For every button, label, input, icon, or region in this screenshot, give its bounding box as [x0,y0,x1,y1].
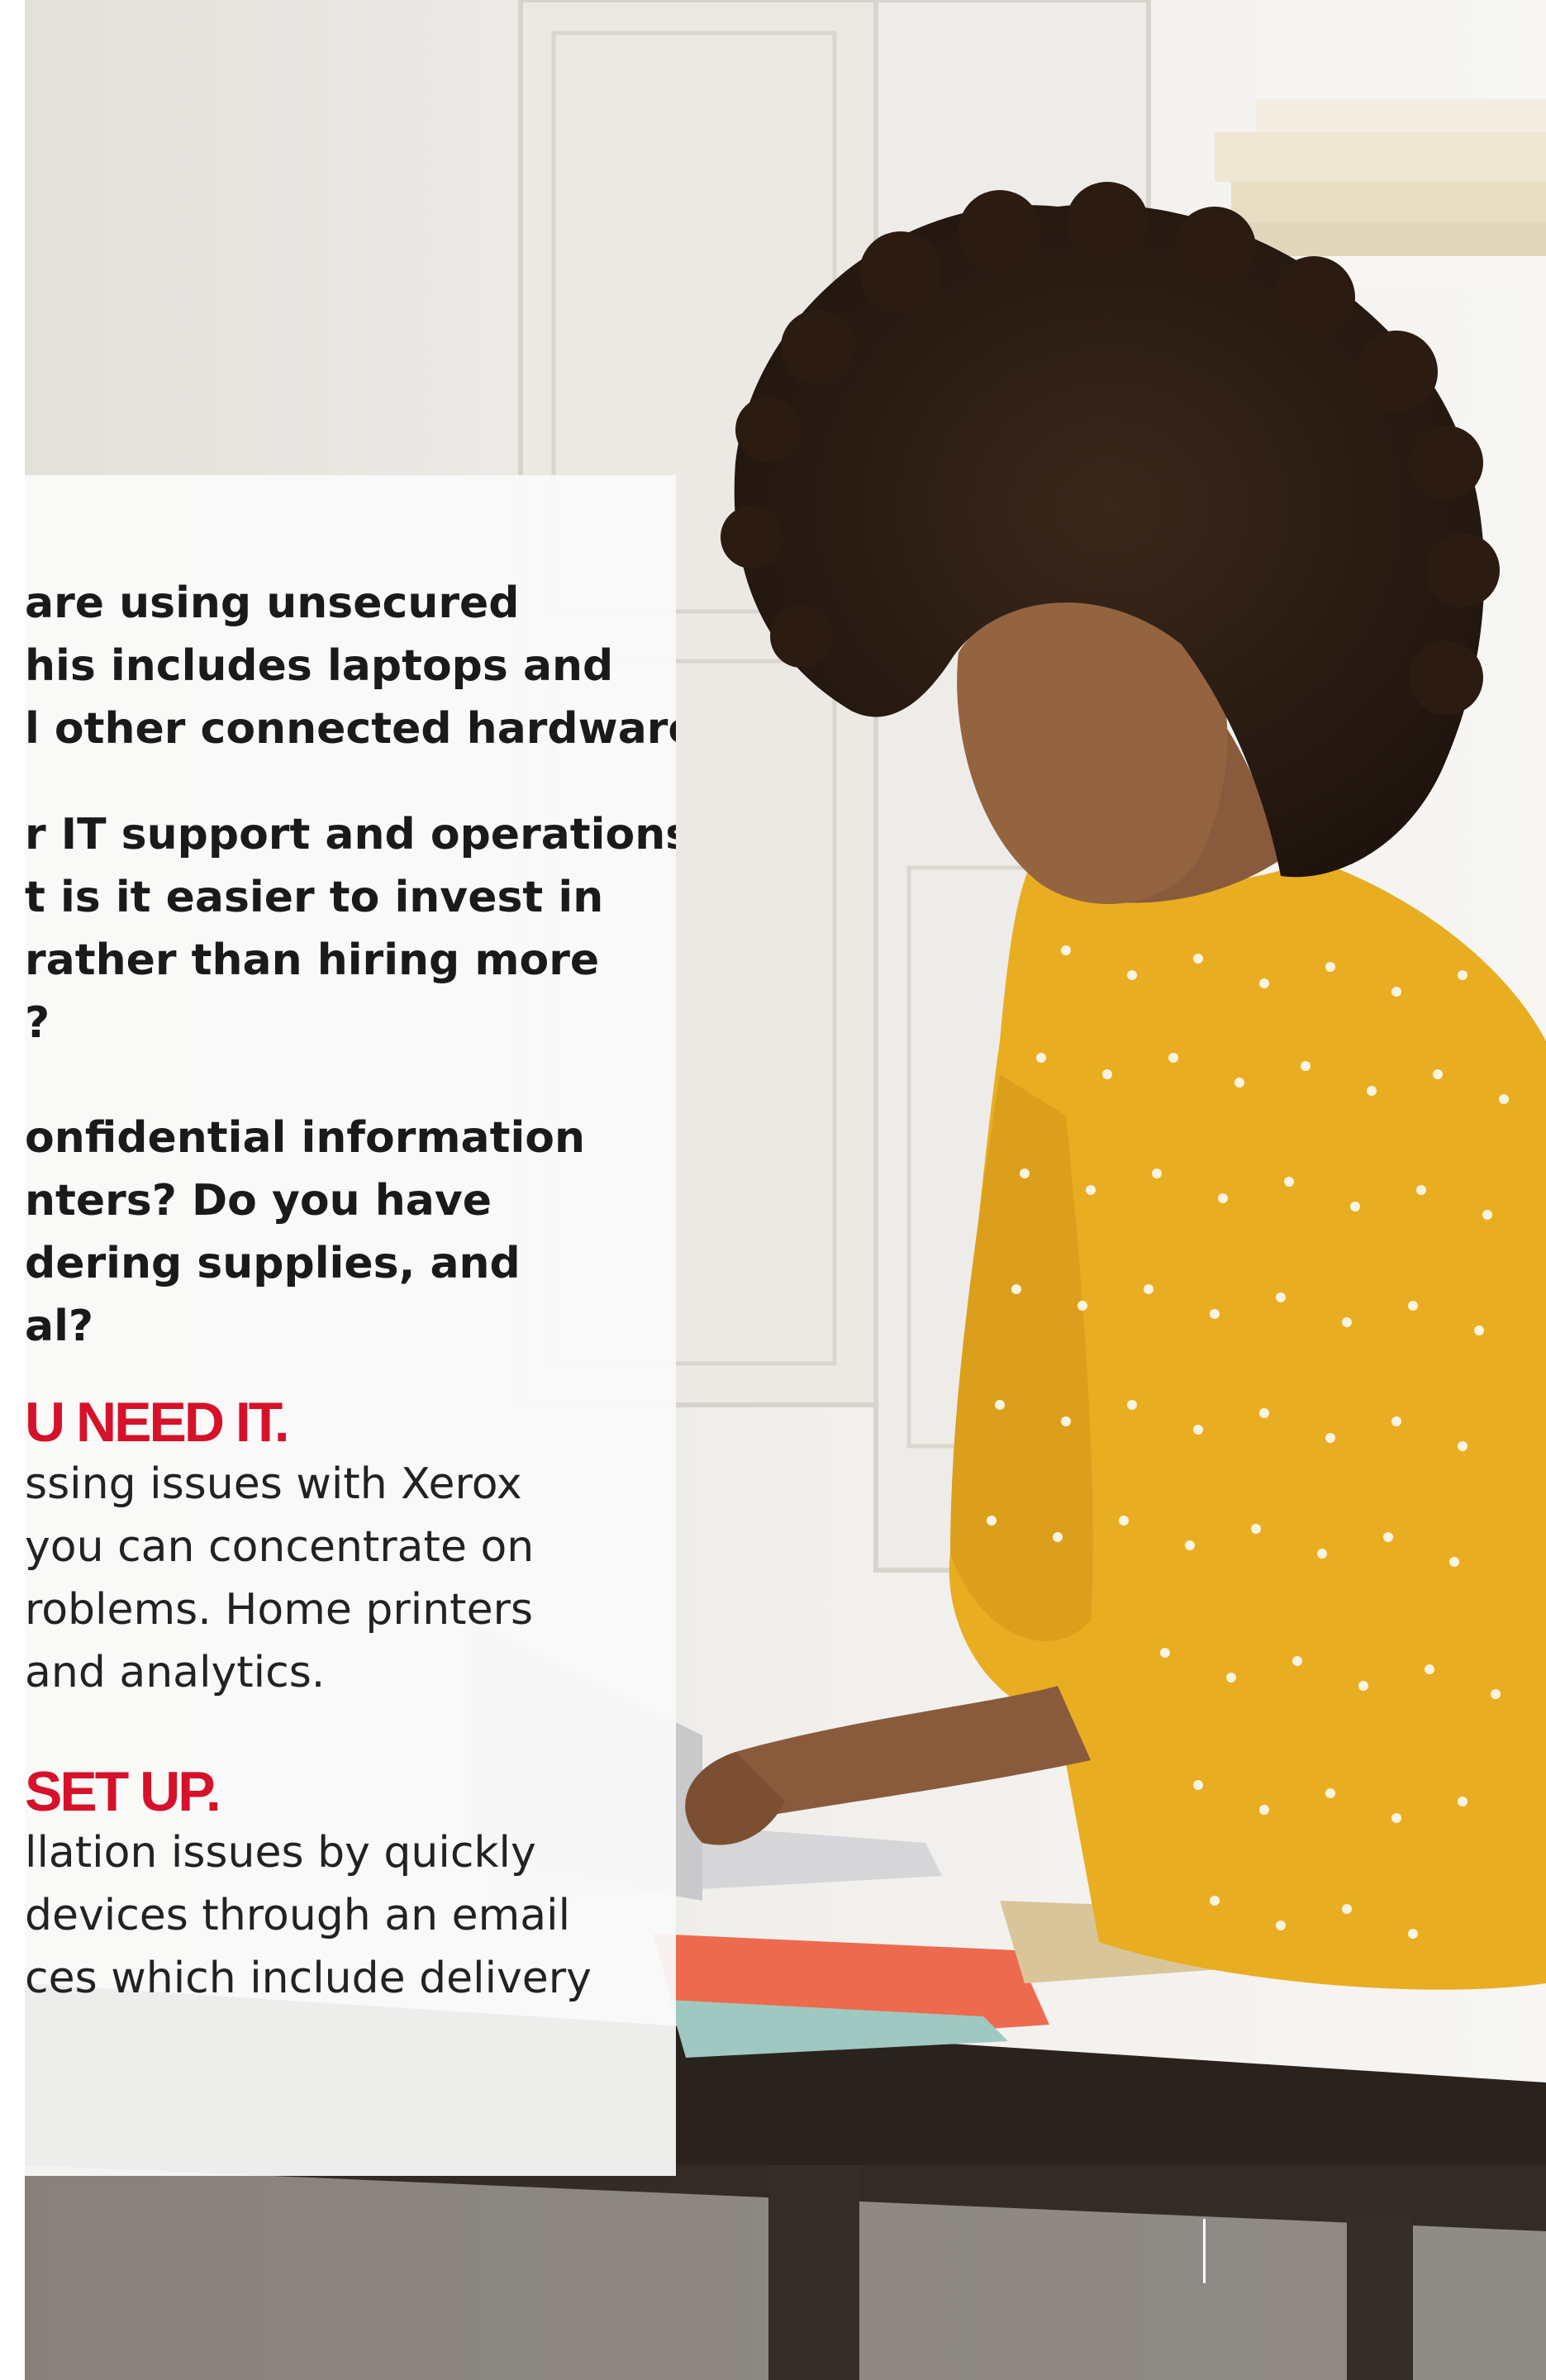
question-3-line-4: al? [25,1302,94,1351]
question-2-line-1: r IT support and operations [25,810,676,859]
text-panel: are using unsecured his includes laptops… [25,475,676,2176]
question-3-line-3: dering supplies, and [25,1239,521,1288]
question-2-line-4: ? [25,998,50,1048]
section-1-line-1: ssing issues with Xerox [25,1459,522,1509]
section-1-line-2: you can concentrate on [25,1522,535,1572]
page-margin [0,0,25,2380]
question-2-line-2: t is it easier to invest in [25,873,604,922]
question-3-line-1: onfidential information [25,1113,586,1163]
section-2-line-2: devices through an email [25,1891,571,1940]
section-1-line-4: and analytics. [25,1648,326,1697]
section-2-line-1: llation issues by quickly [25,1828,536,1878]
section-1-line-3: roblems. Home printers [25,1585,534,1635]
content-column: are using unsecured his includes laptops… [25,475,676,2176]
page-divider-mark [1203,2219,1206,2283]
question-3-line-2: nters? Do you have [25,1176,492,1226]
question-1-line-2: his includes laptops and [25,641,614,691]
question-1-line-1: are using unsecured [25,578,520,628]
section-2-line-3: ces which include delivery [25,1954,592,2003]
question-2-line-3: rather than hiring more [25,935,600,985]
question-1-line-3: l other connected hardware. [25,704,676,754]
section-2-heading: SET UP. [25,1760,221,1823]
section-1-heading: U NEED IT. [25,1391,290,1454]
